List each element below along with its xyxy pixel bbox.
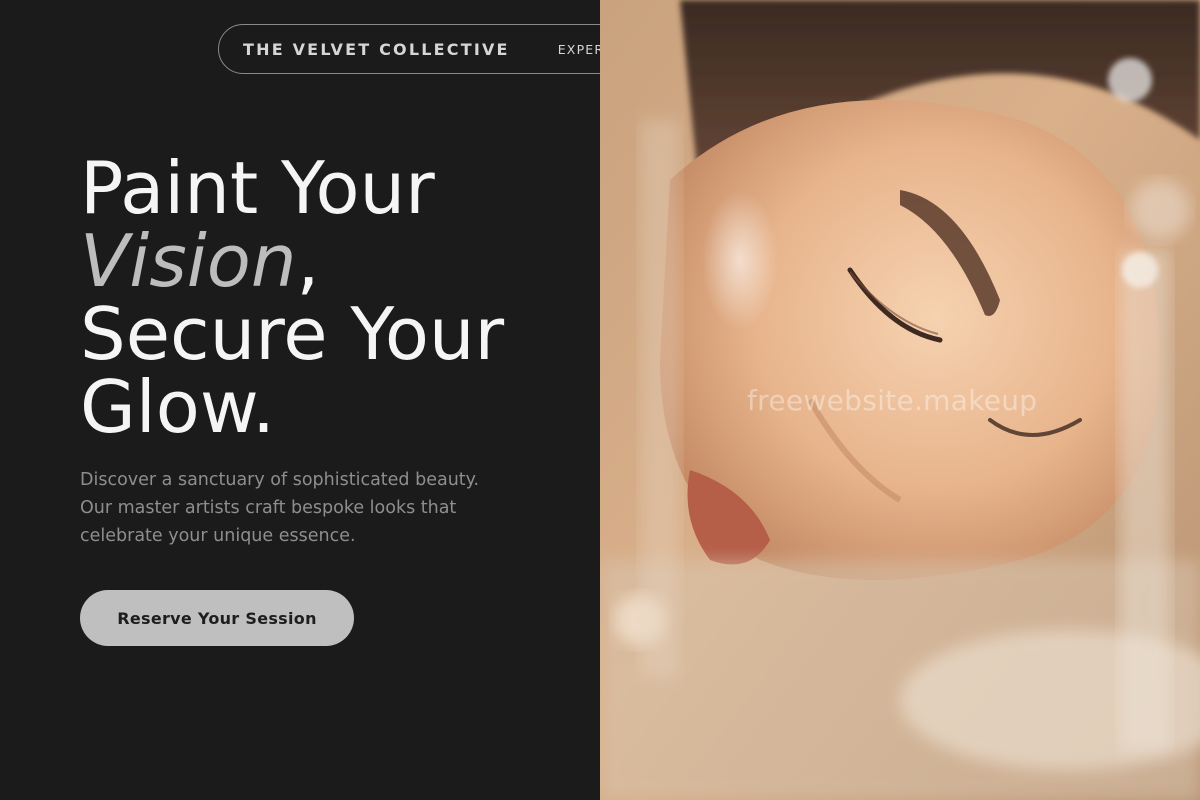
top-nav: THE VELVET COLLECTIVE EXPERTI (218, 24, 600, 74)
hero-title-line-1: Paint Your (80, 146, 435, 230)
hero-title-line-4: Glow. (80, 365, 276, 449)
hero-title: Paint Your Vision, Secure Your Glow. (80, 152, 580, 444)
reserve-session-button[interactable]: Reserve Your Session (80, 590, 354, 646)
hero-subtitle: Discover a sanctuary of sophisticated be… (80, 470, 480, 546)
page: THE VELVET COLLECTIVE EXPERTI Paint Your… (0, 0, 1200, 800)
photo-watermark: freewebsite.makeup (747, 384, 1038, 417)
hero-left-panel: THE VELVET COLLECTIVE EXPERTI Paint Your… (0, 0, 600, 800)
hero-photo: freewebsite.makeup (600, 0, 1200, 800)
hero-title-line-3: Secure Your (80, 292, 505, 376)
hero-title-comma: , (296, 219, 320, 303)
hero-title-accent: Vision (80, 219, 297, 303)
hero-title-line-2: Vision, (80, 225, 580, 298)
nav-link-experti[interactable]: EXPERTI (558, 42, 600, 57)
brand-logo[interactable]: THE VELVET COLLECTIVE (243, 40, 510, 59)
